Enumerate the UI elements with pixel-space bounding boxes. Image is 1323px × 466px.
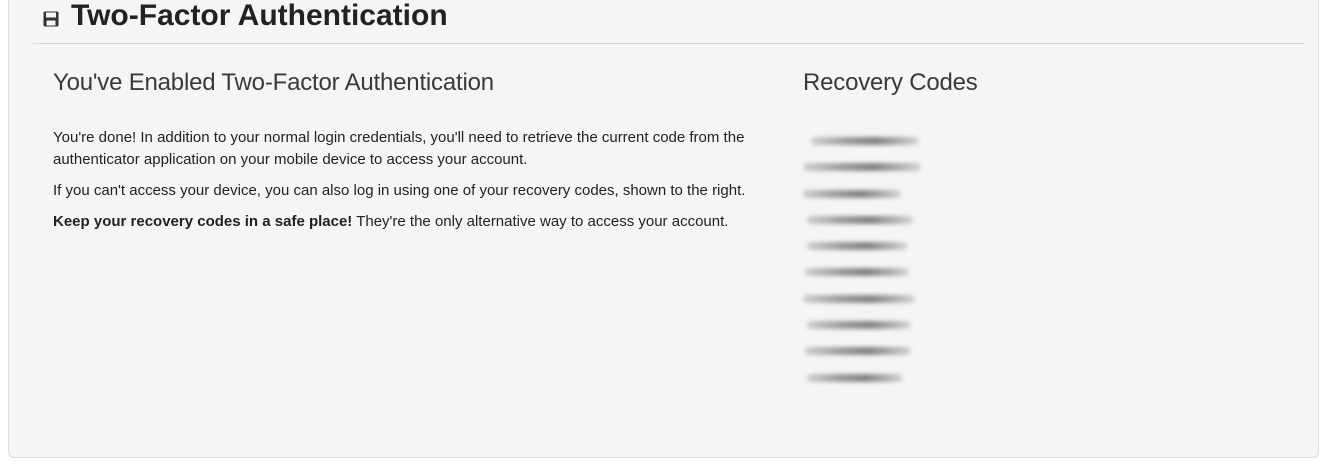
recovery-code-blurred: [807, 242, 907, 251]
two-factor-panel: Two-Factor Authentication You've Enabled…: [8, 0, 1319, 458]
recovery-code-blurred: [807, 215, 913, 224]
recovery-code-blurred: [811, 137, 919, 145]
recovery-codes-section: Recovery Codes: [803, 69, 1203, 400]
panel-title: Two-Factor Authentication: [71, 0, 448, 32]
panel-header: Two-Factor Authentication: [33, 0, 1305, 44]
recovery-code-blurred: [803, 294, 915, 303]
no-device-paragraph: If you can't access your device, you can…: [53, 182, 746, 199]
safe-place-paragraph: Keep your recovery codes in a safe place…: [53, 211, 773, 233]
floppy-disk-icon: [43, 11, 59, 27]
recovery-code-blurred: [805, 347, 911, 356]
recovery-code-blurred: [805, 268, 909, 277]
done-paragraph: You're done! In addition to your normal …: [53, 129, 745, 168]
recovery-code-blurred: [803, 189, 901, 198]
recovery-code-blurred: [807, 373, 903, 382]
recovery-codes-list: [803, 137, 1203, 382]
recovery-codes-heading: Recovery Codes: [803, 69, 978, 96]
recovery-code-blurred: [803, 163, 921, 172]
enabled-heading: You've Enabled Two-Factor Authentication: [53, 69, 494, 96]
safe-place-rest: They're the only alternative way to acce…: [352, 213, 729, 230]
safe-place-emphasis: Keep your recovery codes in a safe place…: [53, 213, 353, 230]
recovery-code-blurred: [807, 321, 911, 330]
enabled-info-section: You've Enabled Two-Factor Authentication…: [53, 69, 773, 242]
